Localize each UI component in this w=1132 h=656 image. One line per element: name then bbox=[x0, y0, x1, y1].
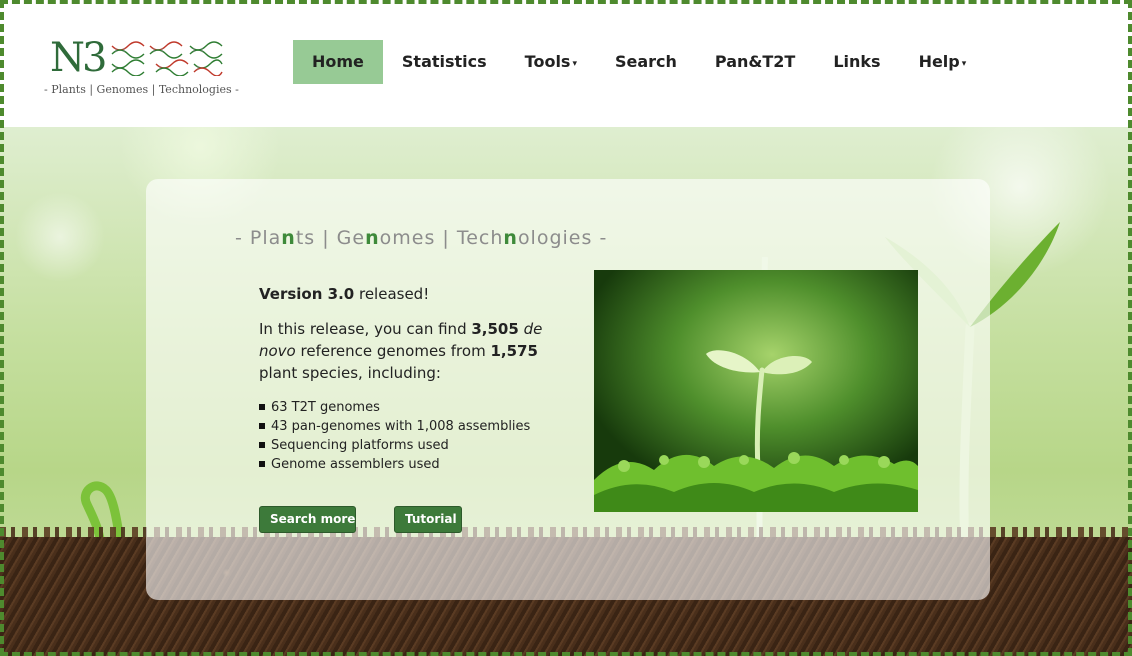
tagline-plants-a: Pla bbox=[249, 227, 282, 249]
version-number: Version 3.0 bbox=[259, 285, 355, 303]
hero-tagline: - Plants | Genomes | Technologies - bbox=[235, 227, 607, 249]
tagline-tech-c: ologies bbox=[517, 227, 593, 249]
nav-pan-t2t-label: Pan&T2T bbox=[714, 52, 796, 71]
version-line: Version 3.0 released! bbox=[259, 284, 559, 304]
nav-links[interactable]: Links bbox=[814, 40, 899, 84]
tagline-plants-c: ts bbox=[295, 227, 316, 249]
logo-subtitle: - Plants | Genomes | Technologies - bbox=[44, 83, 239, 96]
tagline-dash-left: - bbox=[235, 227, 250, 249]
tagline-dash-right: - bbox=[592, 227, 608, 249]
nav-links-label: Links bbox=[833, 52, 881, 71]
release-intro: In this release, you can find 3,505 de n… bbox=[259, 318, 559, 384]
tutorial-button[interactable]: Tutorial bbox=[394, 506, 462, 533]
nav-search-label: Search bbox=[614, 52, 677, 71]
nav-statistics-label: Statistics bbox=[401, 52, 487, 71]
site-logo[interactable]: N3 - Plants | Genomes | Technologies - bbox=[40, 36, 240, 102]
logo-mark: N3 bbox=[50, 35, 107, 81]
tagline-tech-a: Tech bbox=[456, 227, 504, 249]
hero-banner: - Plants | Genomes | Technologies - Vers… bbox=[0, 127, 1132, 656]
tagline-genomes-b: n bbox=[365, 227, 380, 249]
intro-part4: plant species, including: bbox=[259, 364, 441, 382]
caret-down-icon: ▾ bbox=[572, 59, 577, 69]
nav-search[interactable]: Search bbox=[596, 40, 696, 84]
hero-content: Version 3.0 released! In this release, y… bbox=[259, 284, 559, 474]
search-more-button[interactable]: Search more bbox=[259, 506, 356, 533]
tagline-tech-b: n bbox=[503, 227, 518, 249]
site-header: N3 - Plants | Genomes | Technologies - H… bbox=[0, 0, 1132, 127]
list-item: 43 pan-genomes with 1,008 assemblies bbox=[259, 417, 559, 436]
tagline-plants-b: n bbox=[281, 227, 296, 249]
nav-home-label: Home bbox=[312, 52, 364, 71]
hero-panel: - Plants | Genomes | Technologies - Vers… bbox=[146, 179, 990, 600]
dna-helix-icon bbox=[111, 41, 223, 76]
nav-help[interactable]: Help ▾ bbox=[900, 40, 986, 84]
list-item: Genome assemblers used bbox=[259, 455, 559, 474]
intro-part3: reference genomes from bbox=[295, 342, 491, 360]
nav-tools[interactable]: Tools ▾ bbox=[506, 40, 596, 84]
nav-statistics[interactable]: Statistics bbox=[383, 40, 506, 84]
nav-home[interactable]: Home bbox=[293, 40, 383, 84]
intro-part1: In this release, you can find bbox=[259, 320, 472, 338]
seedling-image-icon bbox=[594, 270, 918, 512]
nav-tools-label: Tools bbox=[524, 52, 571, 71]
release-highlights: 63 T2T genomes 43 pan-genomes with 1,008… bbox=[259, 398, 559, 474]
version-rest: released! bbox=[354, 285, 430, 303]
tagline-sep2: | bbox=[435, 227, 457, 249]
genome-count: 3,505 bbox=[471, 320, 519, 338]
list-item: Sequencing platforms used bbox=[259, 436, 559, 455]
list-item: 63 T2T genomes bbox=[259, 398, 559, 417]
caret-down-icon: ▾ bbox=[961, 59, 967, 69]
tagline-sep1: | bbox=[315, 227, 337, 249]
nav-help-label: Help bbox=[918, 52, 960, 71]
tagline-genomes-c: omes bbox=[379, 227, 436, 249]
main-nav: Home Statistics Tools ▾ Search Pan&T2T Li… bbox=[293, 40, 985, 84]
tagline-genomes-a: Ge bbox=[336, 227, 366, 249]
seedling-photo bbox=[594, 270, 918, 512]
nav-pan-t2t[interactable]: Pan&T2T bbox=[696, 40, 814, 84]
species-count: 1,575 bbox=[490, 342, 538, 360]
